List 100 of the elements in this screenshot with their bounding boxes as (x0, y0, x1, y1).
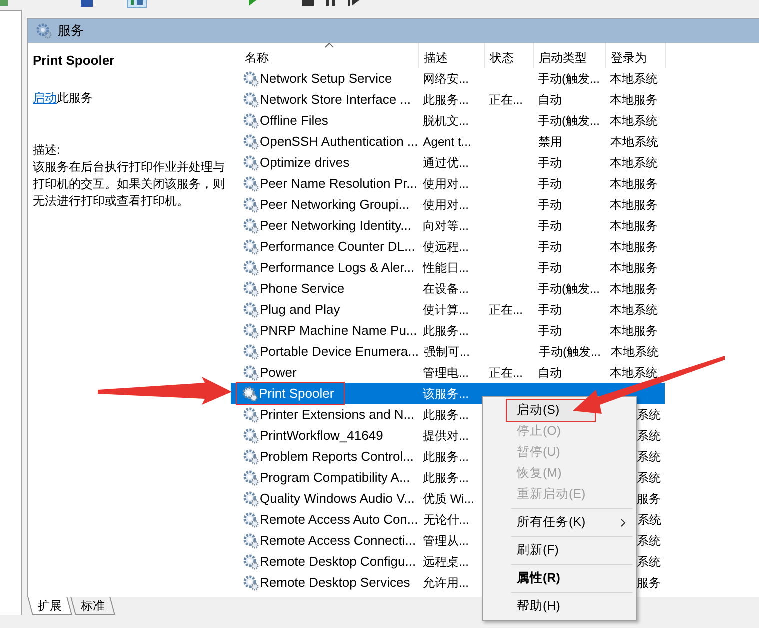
gear-icon (242, 386, 258, 402)
table-cell-text: 远程桌... (422, 554, 470, 570)
play-icon[interactable] (247, 0, 257, 6)
gear-icon (36, 23, 52, 39)
pause-icon[interactable] (326, 0, 336, 6)
view-tab[interactable]: 扩展 (28, 597, 72, 615)
service-name-cell[interactable]: Problem Reports Control... (243, 446, 414, 467)
column-header[interactable]: 名称 (231, 43, 419, 68)
service-name-cell[interactable]: Remote Access Connecti... (243, 530, 416, 551)
service-name-cell[interactable]: Network Store Interface ... (243, 89, 412, 110)
service-name-cell[interactable]: Remote Desktop Configu... (243, 551, 416, 572)
service-name-cell[interactable]: Performance Counter DL... (243, 236, 416, 257)
description-label: 描述: (33, 142, 62, 158)
table-cell-text: 系统 (637, 532, 662, 550)
table-cell-text: 本地系统 (609, 302, 659, 318)
table-cell-text: 手动 (537, 196, 563, 214)
service-name-cell[interactable]: Peer Networking Groupi... (243, 194, 410, 215)
menu-item[interactable]: 属性(R) (507, 568, 636, 589)
service-name-cell[interactable]: Plug and Play (243, 299, 340, 320)
service-name-cell[interactable]: Offline Files (243, 110, 328, 131)
service-name-cell[interactable]: PNRP Machine Name Pu... (243, 320, 418, 341)
column-header[interactable]: 启动类型 (534, 43, 606, 68)
table-cell-text: 手动(触发... (537, 70, 601, 88)
gear-icon (243, 574, 259, 590)
gear-icon (243, 154, 259, 170)
gear-icon (243, 112, 259, 128)
gear-icon (243, 532, 259, 548)
table-cell-text: 系统 (637, 448, 662, 466)
table-cell-text: 系统 (637, 406, 662, 424)
table-cell-text: 手动 (537, 322, 563, 340)
service-name-cell[interactable]: Performance Logs & Aler... (243, 257, 415, 278)
table-cell-text: 优质 Wi... (422, 490, 476, 508)
table-cell-text: 此服务... (422, 92, 470, 108)
service-name-cell[interactable]: Remote Access Auto Con... (243, 509, 418, 530)
table-cell-text: 网络安... (422, 70, 470, 88)
table-cell-text: 本地系统 (609, 112, 659, 130)
table-cell-text: 本地服务 (609, 196, 659, 214)
table-cell-text: 系统 (637, 512, 662, 528)
service-name-cell[interactable]: Quality Windows Audio V... (243, 488, 415, 509)
service-name-cell[interactable]: PrintWorkflow_41649 (243, 425, 384, 446)
menu-item[interactable]: 刷新(F) (507, 540, 636, 561)
service-name-cell[interactable]: Power (243, 362, 297, 383)
table-cell-text: 通过优... (422, 154, 470, 172)
table-cell-text: 管理从... (422, 532, 470, 550)
service-name-cell[interactable]: Phone Service (243, 278, 345, 299)
table-cell-text: 服务 (637, 574, 662, 592)
service-name-cell[interactable]: Remote Desktop Services (243, 572, 410, 593)
table-cell-text: 本地系统 (609, 134, 660, 150)
table-cell-text: 此服务... (422, 406, 470, 424)
service-name-cell[interactable]: Peer Networking Identity... (243, 215, 412, 236)
view-tab[interactable]: 标准 (70, 597, 116, 615)
table-cell-text: 无论什... (422, 512, 470, 528)
table-cell-text: 系统 (637, 428, 662, 444)
table-cell-text: 手动(触发... (537, 112, 601, 130)
table-cell-text: 允许用... (422, 574, 470, 592)
menu-item[interactable]: 所有任务(K) (507, 512, 636, 533)
table-cell-text: 使用对... (422, 196, 470, 214)
table-cell-text: 正在... (488, 302, 524, 318)
table-cell-text: 手动 (537, 260, 563, 276)
gear-icon (243, 280, 259, 296)
menu-item[interactable]: 帮助(H) (507, 596, 636, 617)
gear-icon (243, 364, 259, 380)
table-cell-text: 手动 (537, 154, 563, 172)
start-link[interactable]: 启动 (33, 90, 57, 104)
gear-icon (243, 490, 259, 506)
service-name-cell[interactable]: Printer Extensions and N... (243, 404, 415, 425)
gear-icon (243, 218, 259, 234)
table-cell-text: 本地系统 (609, 154, 659, 172)
service-name-cell[interactable]: Portable Device Enumera... (243, 341, 419, 362)
table-cell-text: 手动(触发... (537, 280, 601, 298)
gear-icon (243, 344, 259, 360)
gear-icon (243, 470, 259, 486)
service-name-cell[interactable]: OpenSSH Authentication ... (243, 131, 418, 152)
column-header[interactable]: 描述 (419, 43, 485, 68)
table-cell-text: 提供对... (422, 428, 470, 444)
table-cell-text: 本地服务 (609, 260, 659, 276)
service-name-cell[interactable]: Network Setup Service (243, 68, 392, 89)
gear-icon (243, 92, 259, 108)
service-name-cell[interactable]: Optimize drives (243, 152, 350, 173)
column-header[interactable]: 状态 (485, 43, 534, 68)
gear-icon (243, 322, 259, 338)
service-name-cell[interactable]: Peer Name Resolution Pr... (243, 173, 418, 194)
column-header[interactable]: 登录为 (606, 43, 666, 68)
table-cell-text: 手动(触发... (538, 344, 602, 360)
table-cell-text: 本地系统 (610, 344, 660, 360)
gear-icon (243, 238, 259, 254)
table-cell-text: 此服务... (422, 448, 470, 466)
gear-icon (243, 176, 259, 192)
table-cell-text: 向对等... (422, 218, 470, 234)
table-cell-text: 本地服务 (609, 176, 659, 192)
table-cell-text: 服务 (637, 490, 662, 508)
table-cell-text: 手动 (537, 302, 563, 318)
service-name-cell[interactable]: Program Compatibility A... (243, 467, 410, 488)
table-cell-text: 在设备... (422, 280, 470, 298)
table-cell-text: 本地服务 (609, 92, 659, 108)
gear-icon (243, 512, 259, 528)
table-cell-text: 自动 (537, 92, 563, 108)
gear-icon (243, 260, 259, 276)
gear-icon (243, 406, 259, 422)
restart-icon[interactable] (348, 0, 360, 6)
